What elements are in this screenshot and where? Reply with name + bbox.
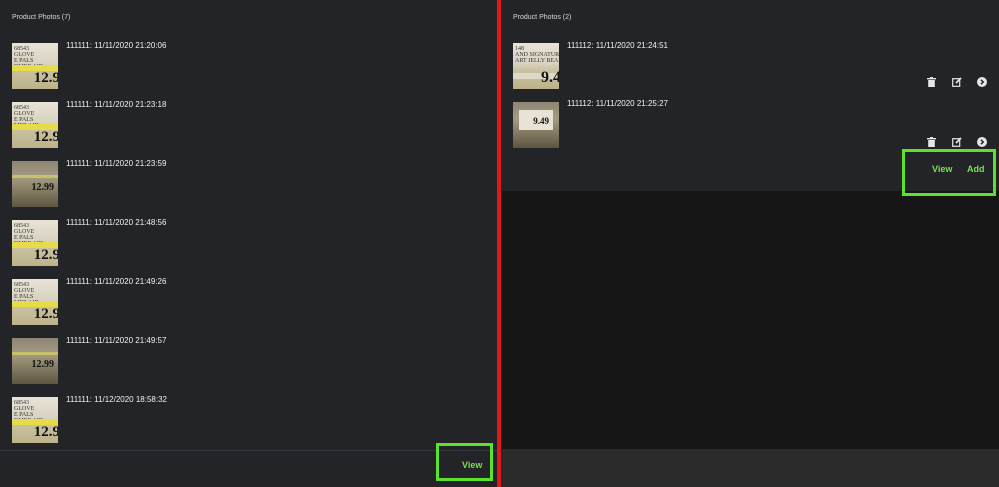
right-photos-panel: Product Photos (2) 148 AND SIGNATURE ART… bbox=[501, 0, 999, 487]
photo-row[interactable]: 68543 GLOVE E PALS MER AID12.9 111111: 1… bbox=[0, 273, 497, 333]
photo-thumbnail[interactable]: 9.49 bbox=[513, 102, 559, 148]
photo-thumbnail[interactable]: 68543 GLOVE E PALS DMER AID12.9 bbox=[12, 397, 58, 443]
photo-label: 111111: 11/11/2020 21:49:26 bbox=[66, 277, 167, 286]
view-button[interactable]: View bbox=[456, 459, 488, 471]
photo-row[interactable]: 68543 GLOVE E PALS DMER AID12.9 111111: … bbox=[0, 214, 497, 274]
edit-icon[interactable] bbox=[951, 136, 962, 147]
photo-label: 111111: 11/12/2020 18:58:32 bbox=[66, 395, 167, 404]
photo-row[interactable]: 68543 GLOVE E PALS MER AID12.9 111111: 1… bbox=[0, 96, 497, 156]
panel-title: Product Photos (7) bbox=[12, 14, 71, 21]
photo-thumbnail[interactable]: 68543 GLOVE E PALS DMER AID12.9 bbox=[12, 43, 58, 89]
photo-label: 111112: 11/11/2020 21:25:27 bbox=[567, 99, 668, 108]
photo-label: 111111: 11/11/2020 21:20:06 bbox=[66, 41, 167, 50]
photo-row[interactable]: 12.99 111111: 11/11/2020 21:23:59 bbox=[0, 155, 497, 215]
photo-thumbnail[interactable]: 68543 GLOVE E PALS MER AID12.9 bbox=[12, 102, 58, 148]
photo-row[interactable]: 9.49 111112: 11/11/2020 21:25:27 bbox=[501, 95, 999, 156]
chevron-right-circle-icon[interactable] bbox=[976, 76, 987, 87]
row-actions bbox=[926, 76, 987, 87]
photo-thumbnail[interactable]: 148 AND SIGNATURE ART JELLY BEANS9.4 bbox=[513, 43, 559, 89]
right-bottom-bar bbox=[501, 449, 999, 487]
left-photos-panel: Product Photos (7) 68543 GLOVE E PALS DM… bbox=[0, 0, 497, 487]
edit-icon[interactable] bbox=[951, 76, 962, 87]
panel-title: Product Photos (2) bbox=[513, 14, 572, 21]
photo-thumbnail[interactable]: 12.99 bbox=[12, 161, 58, 207]
photo-thumbnail[interactable]: 68543 GLOVE E PALS DMER AID12.9 bbox=[12, 220, 58, 266]
photo-thumbnail[interactable]: 12.99 bbox=[12, 338, 58, 384]
photo-row[interactable]: 68543 GLOVE E PALS DMER AID12.9 111111: … bbox=[0, 391, 497, 451]
right-header bbox=[501, 0, 999, 37]
photo-thumbnail[interactable]: 68543 GLOVE E PALS MER AID12.9 bbox=[12, 279, 58, 325]
photo-label: 111111: 11/11/2020 21:49:57 bbox=[66, 336, 167, 345]
photo-label: 111112: 11/11/2020 21:24:51 bbox=[567, 41, 668, 50]
row-actions bbox=[926, 136, 987, 147]
photo-row[interactable]: 148 AND SIGNATURE ART JELLY BEANS9.4 111… bbox=[501, 37, 999, 96]
photo-label: 111111: 11/11/2020 21:23:18 bbox=[66, 100, 167, 109]
photo-label: 111111: 11/11/2020 21:23:59 bbox=[66, 159, 167, 168]
photo-row[interactable]: 68543 GLOVE E PALS DMER AID12.9 111111: … bbox=[0, 37, 497, 97]
chevron-right-circle-icon[interactable] bbox=[976, 136, 987, 147]
photo-row[interactable]: 12.99 111111: 11/11/2020 21:49:57 bbox=[0, 332, 497, 392]
view-button[interactable]: View bbox=[926, 163, 958, 175]
photo-label: 111111: 11/11/2020 21:48:56 bbox=[66, 218, 167, 227]
trash-icon[interactable] bbox=[926, 76, 937, 87]
trash-icon[interactable] bbox=[926, 136, 937, 147]
add-button[interactable]: Add bbox=[961, 163, 991, 175]
left-footer bbox=[0, 451, 497, 487]
